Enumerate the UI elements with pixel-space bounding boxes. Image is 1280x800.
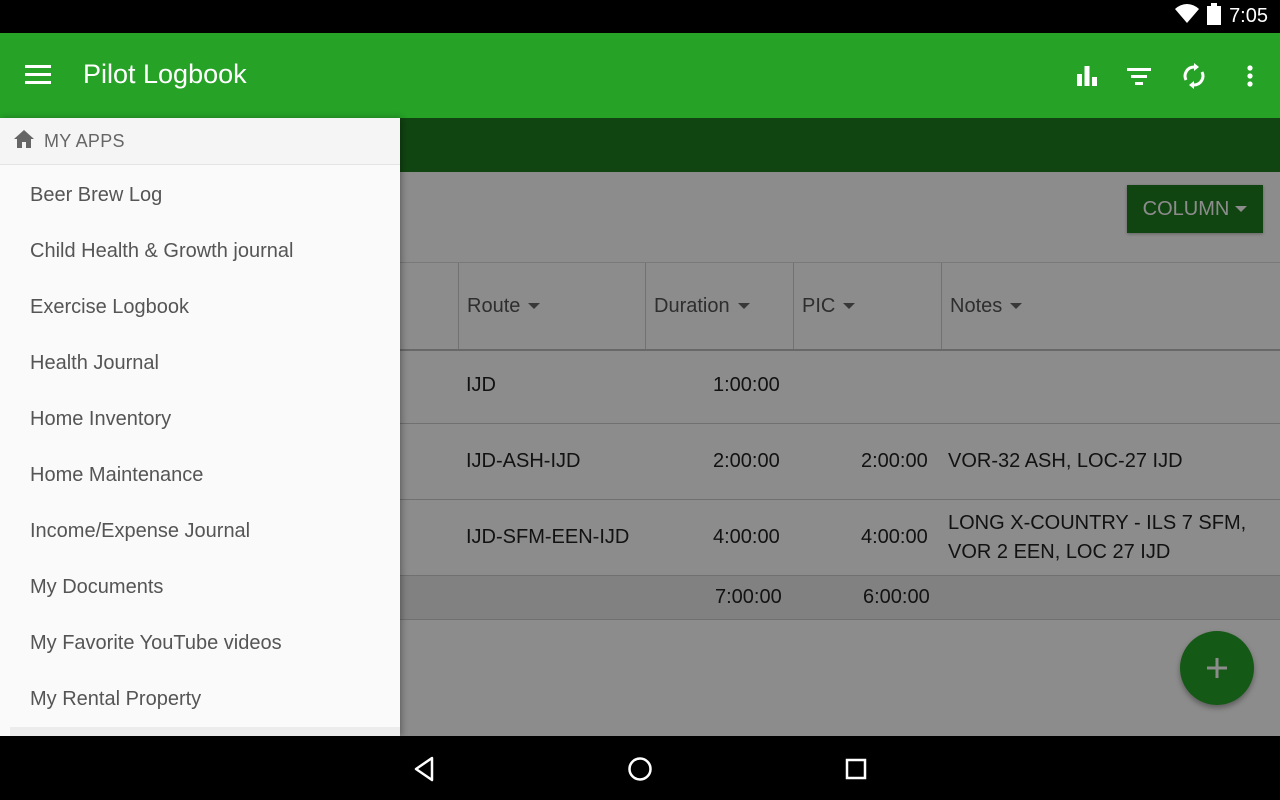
more-vert-icon[interactable] (1232, 59, 1268, 93)
drawer-item-my-documents[interactable]: My Documents (0, 559, 400, 615)
drawer-item-partial[interactable] (10, 727, 400, 736)
drawer-item-home-maintenance[interactable]: Home Maintenance (0, 447, 400, 503)
app-bar: Pilot Logbook (0, 33, 1280, 118)
home-icon (14, 129, 34, 153)
drawer-item-rental-property[interactable]: My Rental Property (0, 671, 400, 727)
status-time: 7:05 (1229, 5, 1268, 27)
drawer-item-income-expense[interactable]: Income/Expense Journal (0, 503, 400, 559)
system-nav-bar (0, 736, 1280, 800)
app-title: Pilot Logbook (83, 59, 247, 89)
menu-icon[interactable] (22, 61, 54, 89)
drawer-item-exercise-logbook[interactable]: Exercise Logbook (0, 279, 400, 335)
sync-icon[interactable] (1176, 59, 1212, 93)
back-icon[interactable] (407, 752, 441, 786)
navigation-drawer: MY APPS Beer Brew Log Child Health & Gro… (0, 118, 400, 736)
drawer-header[interactable]: MY APPS (0, 118, 400, 165)
drawer-item-beer-brew-log[interactable]: Beer Brew Log (0, 167, 400, 223)
status-bar: 7:05 (0, 0, 1280, 33)
drawer-list: Beer Brew Log Child Health & Growth jour… (0, 165, 400, 736)
chart-icon[interactable] (1069, 59, 1105, 93)
home-nav-icon[interactable] (623, 752, 657, 786)
drawer-header-label: MY APPS (44, 130, 125, 151)
drawer-item-health-journal[interactable]: Health Journal (0, 335, 400, 391)
drawer-item-home-inventory[interactable]: Home Inventory (0, 391, 400, 447)
battery-icon (1207, 3, 1222, 30)
drawer-item-youtube-videos[interactable]: My Favorite YouTube videos (0, 615, 400, 671)
recents-icon[interactable] (839, 752, 873, 786)
filter-icon[interactable] (1121, 59, 1157, 93)
drawer-item-child-health[interactable]: Child Health & Growth journal (0, 223, 400, 279)
status-indicators: 7:05 (1175, 0, 1268, 33)
wifi-icon (1175, 4, 1200, 29)
